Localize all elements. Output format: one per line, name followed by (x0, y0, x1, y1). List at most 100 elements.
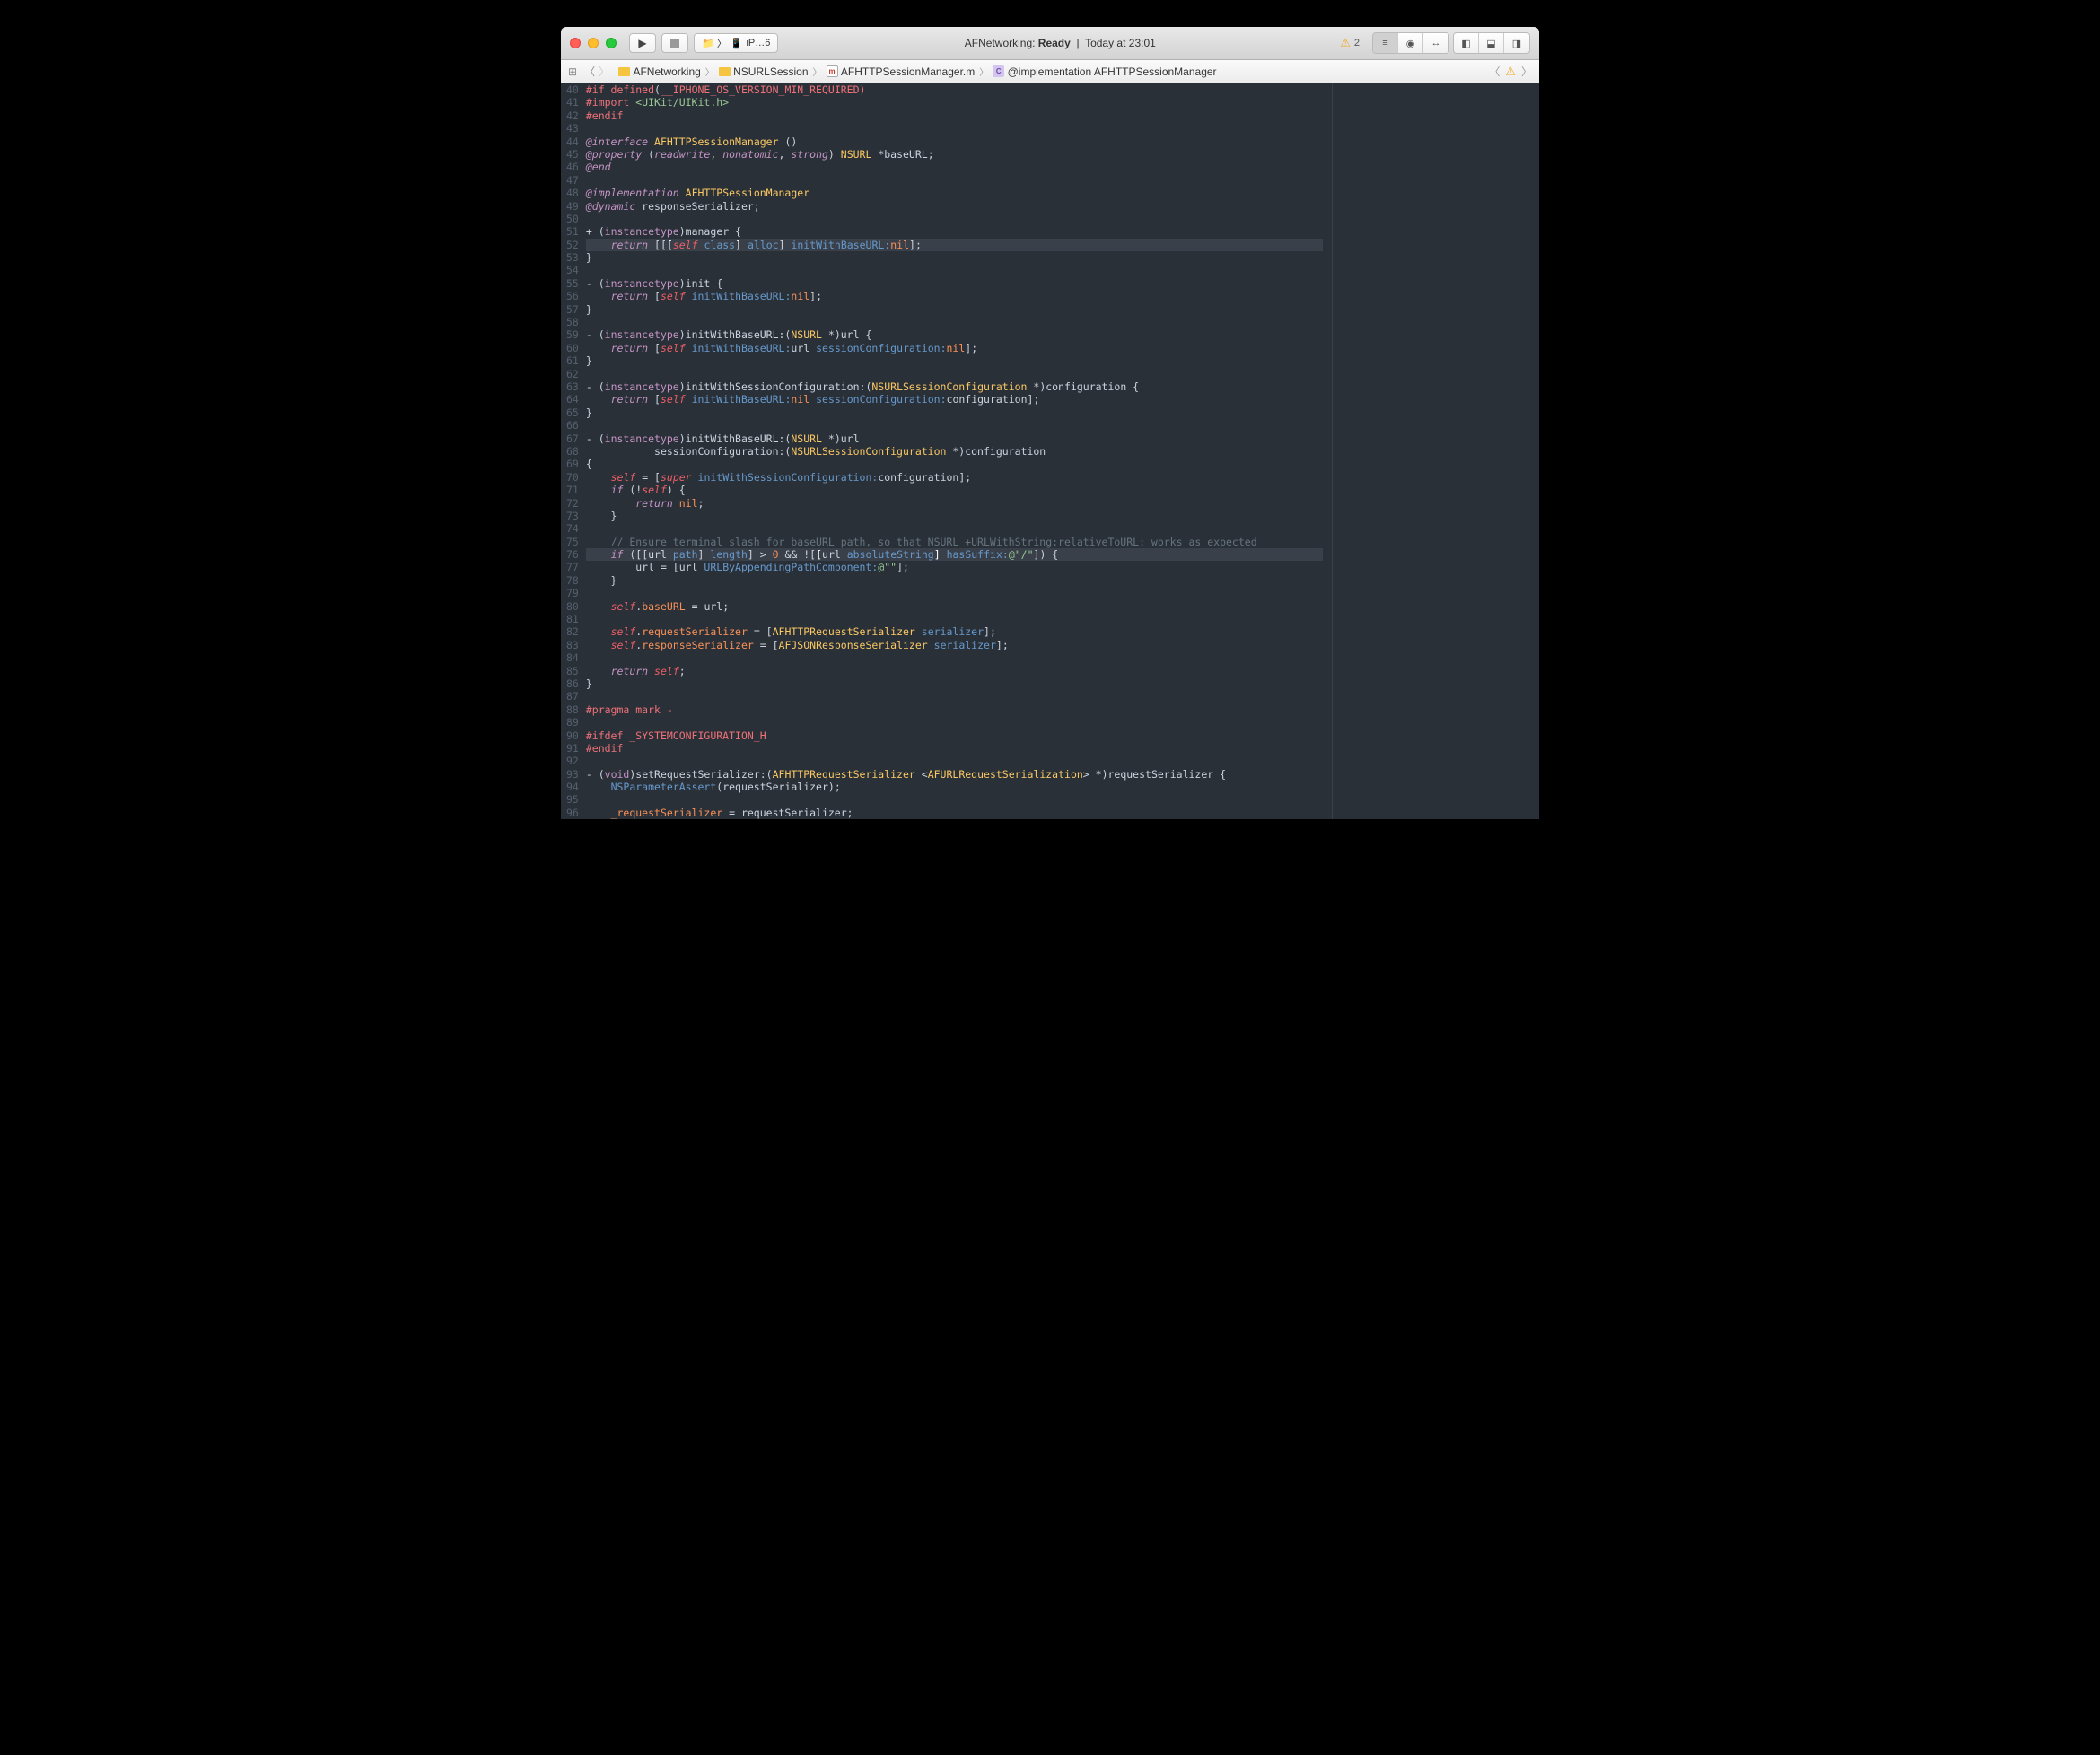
code-line[interactable]: - (void)setRequestSerializer:(AFHTTPRequ… (586, 768, 1323, 781)
prev-issue-button[interactable]: 〈 (1489, 64, 1500, 79)
code-line[interactable]: } (586, 303, 1323, 316)
right-panel-button[interactable]: ◨ (1504, 33, 1529, 53)
code-line[interactable]: @interface AFHTTPSessionManager () (586, 135, 1323, 148)
line-number: 59 (566, 328, 579, 341)
code-line[interactable]: @dynamic responseSerializer; (586, 200, 1323, 213)
related-items-icon[interactable]: ⊞ (568, 65, 577, 78)
code-line[interactable]: #endif (586, 742, 1323, 755)
code-line[interactable]: #if defined(__IPHONE_OS_VERSION_MIN_REQU… (586, 83, 1323, 96)
code-line[interactable]: sessionConfiguration:(NSURLSessionConfig… (586, 445, 1323, 458)
code-line[interactable]: url = [url URLByAppendingPathComponent:@… (586, 561, 1323, 573)
back-button[interactable]: 〈 (584, 64, 595, 79)
line-number: 90 (566, 729, 579, 742)
code-line[interactable]: NSParameterAssert(requestSerializer); (586, 781, 1323, 793)
code-line[interactable]: if ([[url path] length] > 0 && ![[url ab… (586, 548, 1323, 561)
assistant-editor-button[interactable]: ◉ (1398, 33, 1423, 53)
code-line[interactable] (586, 755, 1323, 767)
code-line[interactable]: return self; (586, 665, 1323, 677)
code-line[interactable]: } (586, 406, 1323, 419)
code-line[interactable] (586, 716, 1323, 729)
line-number: 53 (566, 251, 579, 264)
code-line[interactable] (586, 690, 1323, 703)
code-line[interactable]: } (586, 510, 1323, 522)
line-number: 62 (566, 368, 579, 380)
code-line[interactable]: - (instancetype)initWithBaseURL:(NSURL *… (586, 432, 1323, 445)
code-line[interactable]: } (586, 574, 1323, 587)
warning-icon[interactable]: ⚠ (1505, 65, 1516, 79)
code-line[interactable]: self.baseURL = url; (586, 600, 1323, 613)
line-number: 49 (566, 200, 579, 213)
code-line[interactable]: - (instancetype)init { (586, 277, 1323, 290)
code-line[interactable]: } (586, 251, 1323, 264)
minimize-icon[interactable] (588, 38, 599, 48)
code-line[interactable]: return [self initWithBaseURL:url session… (586, 342, 1323, 354)
code-line[interactable]: @property (readwrite, nonatomic, strong)… (586, 148, 1323, 161)
bottom-panel-button[interactable]: ⬓ (1479, 33, 1504, 53)
code-line[interactable]: - (instancetype)initWithSessionConfigura… (586, 380, 1323, 393)
folder-icon (618, 67, 630, 76)
code-line[interactable]: #pragma mark - (586, 703, 1323, 716)
line-number: 95 (566, 793, 579, 806)
chevron-right-icon: 〉 (705, 65, 714, 78)
close-icon[interactable] (570, 38, 581, 48)
code-line[interactable]: } (586, 354, 1323, 367)
code-line[interactable]: return [self initWithBaseURL:nil session… (586, 393, 1323, 406)
code-line[interactable] (586, 213, 1323, 225)
standard-editor-button[interactable]: ≡ (1373, 33, 1398, 53)
code-line[interactable]: _requestSerializer = requestSerializer; (586, 807, 1323, 819)
code-line[interactable] (586, 522, 1323, 535)
code-line[interactable]: @implementation AFHTTPSessionManager (586, 187, 1323, 199)
code-line[interactable]: + (instancetype)manager { (586, 225, 1323, 238)
warning-indicator[interactable]: ⚠ 2 (1340, 36, 1360, 50)
jumpbar-item-project[interactable]: AFNetworking (618, 65, 701, 78)
code-line[interactable] (586, 613, 1323, 625)
line-number: 86 (566, 677, 579, 690)
code-line[interactable] (586, 368, 1323, 380)
version-editor-button[interactable]: ↔ (1423, 33, 1448, 53)
jumpbar-item-file[interactable]: m AFHTTPSessionManager.m (827, 65, 976, 78)
code-line[interactable]: if (!self) { (586, 484, 1323, 496)
editor-area: 4041424344454647484950515253545556575859… (561, 83, 1539, 819)
line-number: 58 (566, 316, 579, 328)
code-line[interactable]: // Ensure terminal slash for baseURL pat… (586, 536, 1323, 548)
code-line[interactable]: return nil; (586, 497, 1323, 510)
code-line[interactable]: } (586, 677, 1323, 690)
code-line[interactable]: self = [super initWithSessionConfigurati… (586, 471, 1323, 484)
code-editor[interactable]: #if defined(__IPHONE_OS_VERSION_MIN_REQU… (586, 83, 1333, 819)
code-line[interactable]: #ifdef _SYSTEMCONFIGURATION_H (586, 729, 1323, 742)
run-button[interactable]: ▶ (629, 33, 656, 53)
code-line[interactable] (586, 122, 1323, 135)
forward-button[interactable]: 〉 (599, 64, 609, 79)
code-line[interactable] (586, 587, 1323, 599)
zoom-icon[interactable] (606, 38, 617, 48)
code-line[interactable]: @end (586, 161, 1323, 173)
line-number: 69 (566, 458, 579, 470)
scheme-selector[interactable]: 📁 〉 📱 iP…6 (694, 33, 778, 53)
code-line[interactable] (586, 316, 1323, 328)
code-line[interactable]: #import <UIKit/UIKit.h> (586, 96, 1323, 109)
panel-toggle-segment: ◧ ⬓ ◨ (1453, 32, 1530, 54)
minimap-area (1333, 83, 1539, 819)
stop-button[interactable] (661, 33, 688, 53)
line-number: 64 (566, 393, 579, 406)
code-line[interactable]: #endif (586, 109, 1323, 122)
next-issue-button[interactable]: 〉 (1521, 64, 1532, 79)
code-line[interactable]: return [self initWithBaseURL:nil]; (586, 290, 1323, 302)
m-file-icon: m (827, 65, 838, 77)
left-panel-button[interactable]: ◧ (1454, 33, 1479, 53)
code-line[interactable]: self.requestSerializer = [AFHTTPRequestS… (586, 625, 1323, 638)
code-line[interactable] (586, 174, 1323, 187)
code-line[interactable] (586, 651, 1323, 664)
code-line[interactable] (586, 419, 1323, 432)
jumpbar-item-group[interactable]: NSURLSession (719, 65, 809, 78)
line-number: 52 (566, 239, 579, 251)
code-line[interactable]: { (586, 458, 1323, 470)
code-line[interactable]: self.responseSerializer = [AFJSONRespons… (586, 639, 1323, 651)
code-line[interactable] (586, 793, 1323, 806)
code-line[interactable]: return [[[self class] alloc] initWithBas… (586, 239, 1323, 251)
line-number: 75 (566, 536, 579, 548)
traffic-lights (570, 38, 617, 48)
code-line[interactable]: - (instancetype)initWithBaseURL:(NSURL *… (586, 328, 1323, 341)
jumpbar-item-symbol[interactable]: C @implementation AFHTTPSessionManager (993, 65, 1216, 78)
code-line[interactable] (586, 264, 1323, 276)
